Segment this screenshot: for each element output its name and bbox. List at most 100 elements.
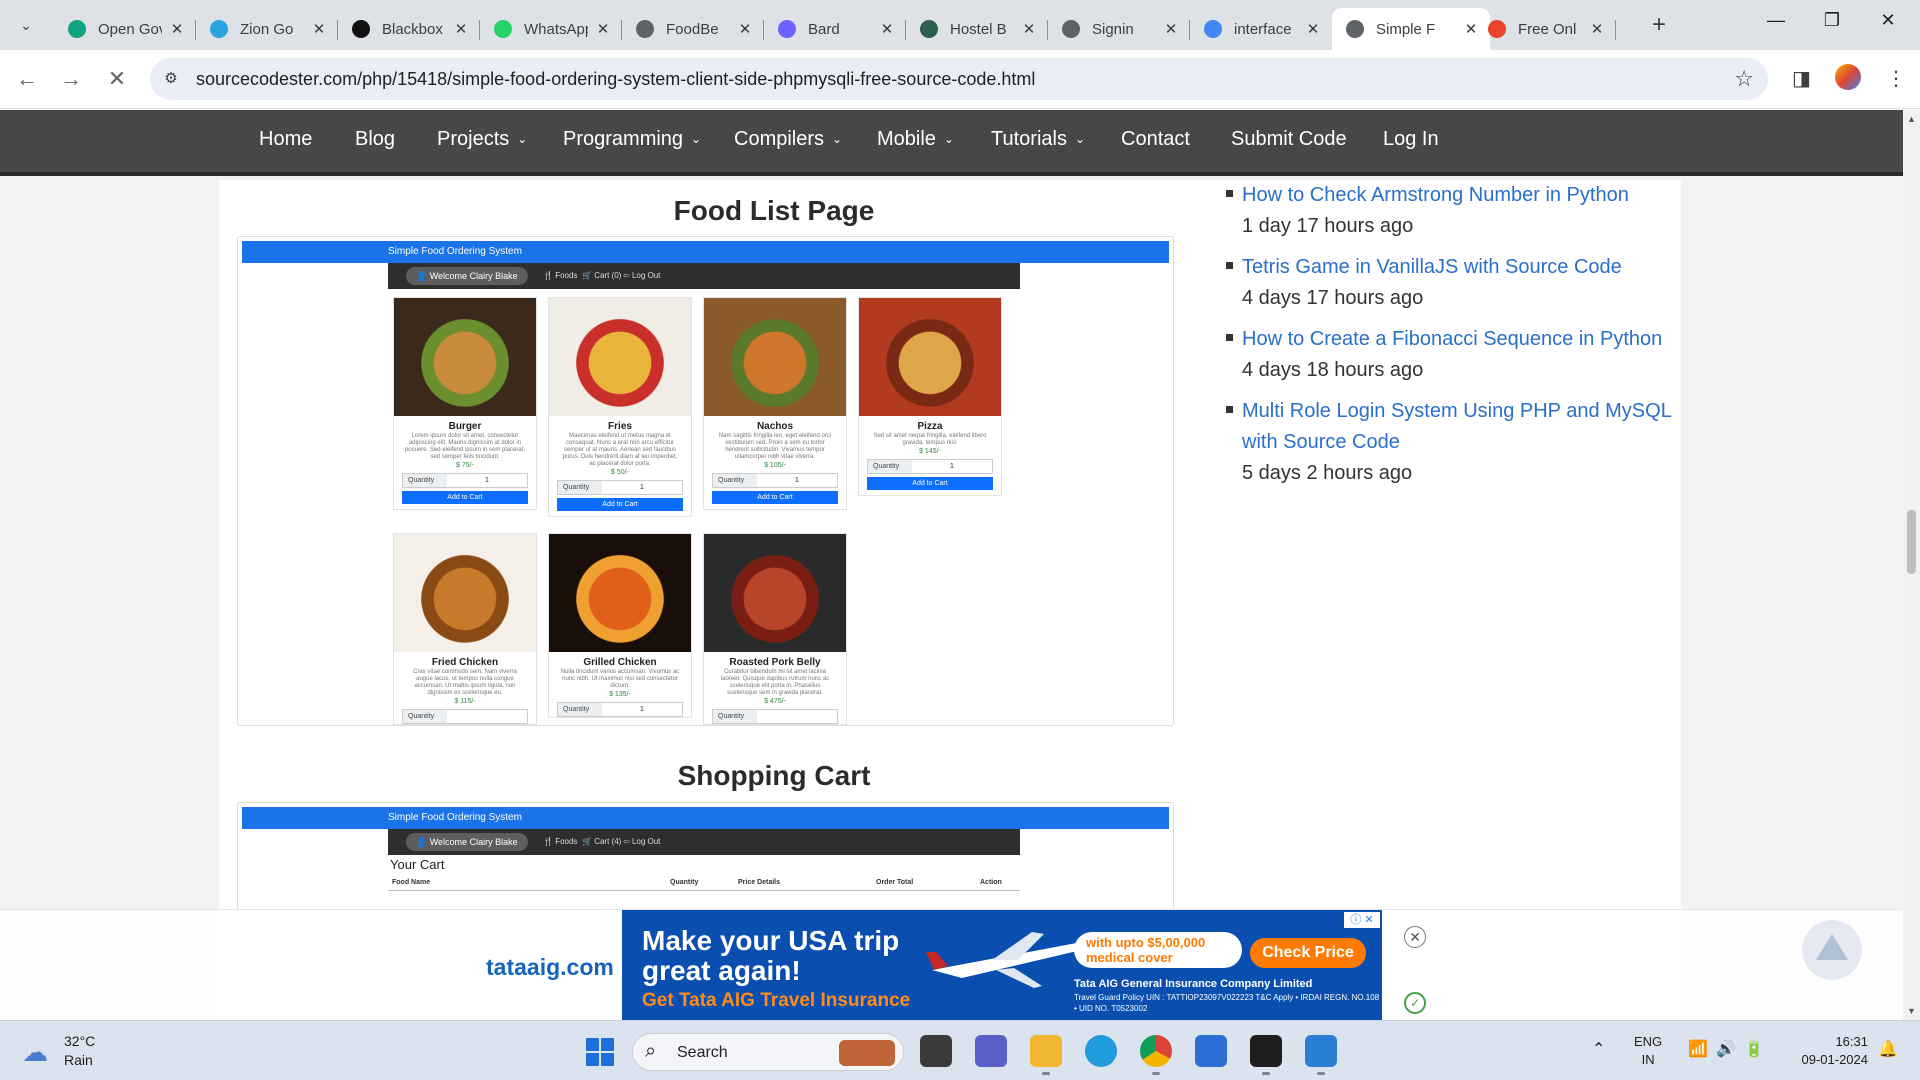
browser-tab[interactable]: interface ✕: [1190, 8, 1332, 50]
scroll-to-top-icon[interactable]: [1802, 920, 1862, 980]
profile-avatar[interactable]: [1835, 64, 1861, 90]
recent-post-item: Tetris Game in VanillaJS with Source Cod…: [1224, 252, 1684, 314]
pork-belly-photo: [704, 534, 846, 652]
tab-close-icon[interactable]: ✕: [878, 20, 896, 38]
ad-banner[interactable]: Make your USA trip great again! Get Tata…: [622, 910, 1382, 1020]
scrollbar-thumb[interactable]: [1907, 510, 1916, 574]
file-explorer-icon[interactable]: [1030, 1035, 1062, 1075]
site-info-icon[interactable]: ⚙: [160, 68, 182, 90]
notification-bell-icon[interactable]: 🔔: [1878, 1039, 1898, 1059]
show-hidden-icons-chevron-icon[interactable]: ⌃: [1592, 1039, 1605, 1059]
weather-condition[interactable]: Rain: [64, 1052, 93, 1068]
browser-tab[interactable]: FoodBe ✕: [622, 8, 764, 50]
close-window-icon[interactable]: ✕: [1868, 10, 1908, 31]
microsoft-store-icon[interactable]: [1195, 1035, 1227, 1067]
cart-col-food-name: Food Name: [392, 879, 431, 886]
ad-site-name[interactable]: tataaig.com: [486, 954, 614, 981]
nav-item[interactable]: Tutorials ⌄: [991, 128, 1085, 151]
ad-headline-1: Make your USA trip: [642, 925, 900, 956]
wifi-icon[interactable]: 📶: [1688, 1039, 1708, 1059]
nav-item[interactable]: Submit Code: [1231, 128, 1347, 151]
cart-app-nav-bar: 👤 Welcome Clairy Blake 🍴 Foods 🛒 Cart (4…: [388, 829, 1020, 855]
browser-tab[interactable]: Free Onl ✕: [1474, 8, 1616, 50]
recent-post-item: How to Create a Fibonacci Sequence in Py…: [1224, 324, 1684, 386]
loading-icon: [1346, 20, 1364, 38]
check-price-button[interactable]: Check Price: [1250, 938, 1366, 968]
taskbar-search-box[interactable]: ⌕ Search: [632, 1033, 904, 1071]
nav-item[interactable]: Programming ⌄: [563, 128, 701, 151]
restore-window-icon[interactable]: ❐: [1812, 10, 1852, 31]
nav-item[interactable]: Contact: [1121, 128, 1190, 151]
tab-close-icon[interactable]: ✕: [1020, 20, 1038, 38]
chrome-browser-icon[interactable]: [1140, 1035, 1172, 1075]
browser-tab[interactable]: Bard ✕: [764, 8, 906, 50]
nav-item[interactable]: Log In: [1383, 128, 1439, 151]
tab-close-icon[interactable]: ✕: [736, 20, 754, 38]
rain-cloud-icon[interactable]: ☁: [22, 1037, 48, 1068]
tab-close-icon[interactable]: ✕: [594, 20, 612, 38]
food-price: $ 105/-: [764, 462, 786, 469]
browser-tab[interactable]: Zion Go ✕: [196, 8, 338, 50]
cart-link-label: Cart (0): [594, 271, 622, 280]
browser-tab[interactable]: WhatsApp ✕: [480, 8, 622, 50]
browser-tab[interactable]: Simple F ✕: [1332, 8, 1490, 50]
windows-start-icon[interactable]: [586, 1038, 614, 1066]
weather-temperature[interactable]: 32°C: [64, 1033, 95, 1049]
language-indicator[interactable]: ENG IN: [1634, 1033, 1662, 1069]
terminal-icon[interactable]: [1250, 1035, 1282, 1075]
stop-loading-icon[interactable]: ✕: [102, 64, 132, 94]
back-arrow-icon[interactable]: ←: [12, 64, 42, 94]
recent-post-link[interactable]: Tetris Game in VanillaJS with Source Cod…: [1242, 252, 1684, 283]
battery-icon[interactable]: 🔋: [1744, 1039, 1764, 1059]
volume-icon[interactable]: 🔊: [1716, 1039, 1736, 1059]
site-nav-bar: Home Blog Projects ⌄ Programming ⌄ Compilers ⌄ M…: [0, 110, 1903, 176]
ad-close-icon[interactable]: ✕: [1404, 926, 1426, 948]
recent-post-link[interactable]: How to Create a Fibonacci Sequence in Py…: [1242, 324, 1684, 355]
teams-chat-icon[interactable]: [975, 1035, 1007, 1067]
browser-tab[interactable]: Blackbox ✕: [338, 8, 480, 50]
minimize-icon[interactable]: —: [1756, 10, 1796, 31]
recent-post-link[interactable]: How to Check Armstrong Number in Python: [1242, 180, 1684, 211]
nav-item-label: Compilers: [734, 128, 825, 150]
browser-tab[interactable]: Signin ✕: [1048, 8, 1190, 50]
nav-item[interactable]: Projects ⌄: [437, 128, 527, 151]
tab-close-icon[interactable]: ✕: [310, 20, 328, 38]
new-tab-button[interactable]: +: [1652, 12, 1666, 38]
menu-kebab-icon[interactable]: ⋮: [1886, 66, 1906, 91]
system-clock[interactable]: 16:31 09-01-2024: [1788, 1033, 1869, 1069]
nav-item[interactable]: Mobile ⌄: [877, 128, 954, 151]
nav-item[interactable]: Compilers ⌄: [734, 128, 842, 151]
tab-title: Bard: [808, 20, 840, 38]
tab-close-icon[interactable]: ✕: [168, 20, 186, 38]
page-scrollbar[interactable]: ▲ ▼: [1903, 110, 1920, 1020]
food-card: Grilled Chicken Nulla tincidunt varius ac…: [548, 533, 692, 718]
recent-post-item: Multi Role Login System Using PHP and My…: [1224, 396, 1684, 489]
scroll-up-arrow-icon[interactable]: ▲: [1907, 114, 1916, 124]
ad-choices-icon[interactable]: ⓘ ✕: [1344, 912, 1380, 928]
tab-close-icon[interactable]: ✕: [1304, 20, 1322, 38]
chevron-down-icon: ⌄: [691, 132, 702, 146]
scroll-down-arrow-icon[interactable]: ▼: [1907, 1006, 1916, 1016]
task-view-icon[interactable]: [920, 1035, 952, 1067]
food-description: Nulla tincidunt varius accumsan. Vivamus…: [560, 669, 680, 689]
bookmark-star-icon[interactable]: ☆: [1734, 66, 1754, 92]
cart-foods-link: 🍴 Foods: [543, 837, 578, 846]
url-text[interactable]: sourcecodester.com/php/15418/simple-food…: [196, 69, 1035, 90]
forward-arrow-icon[interactable]: →: [56, 64, 86, 94]
tab-close-icon[interactable]: ✕: [1162, 20, 1180, 38]
tab-close-icon[interactable]: ✕: [1588, 20, 1606, 38]
browser-tab[interactable]: Open Gov ✕: [54, 8, 196, 50]
recent-post-link[interactable]: Multi Role Login System Using PHP and My…: [1242, 396, 1684, 458]
address-bar[interactable]: ⚙ sourcecodester.com/php/15418/simple-fo…: [150, 58, 1768, 100]
vscode-icon[interactable]: [1305, 1035, 1337, 1075]
tab-search-chevron-icon[interactable]: ⌄: [12, 11, 40, 39]
tab-close-icon[interactable]: ✕: [452, 20, 470, 38]
side-panel-icon[interactable]: ◨: [1792, 66, 1811, 91]
nav-item-label: Submit Code: [1231, 128, 1347, 150]
add-to-cart-button: Add to Cart: [867, 477, 993, 490]
nav-item[interactable]: Home: [259, 128, 312, 151]
food-list-page-title: Food List Page: [673, 195, 875, 226]
edge-browser-icon[interactable]: [1085, 1035, 1117, 1067]
nav-item[interactable]: Blog: [355, 128, 395, 151]
browser-tab[interactable]: Hostel B ✕: [906, 8, 1048, 50]
